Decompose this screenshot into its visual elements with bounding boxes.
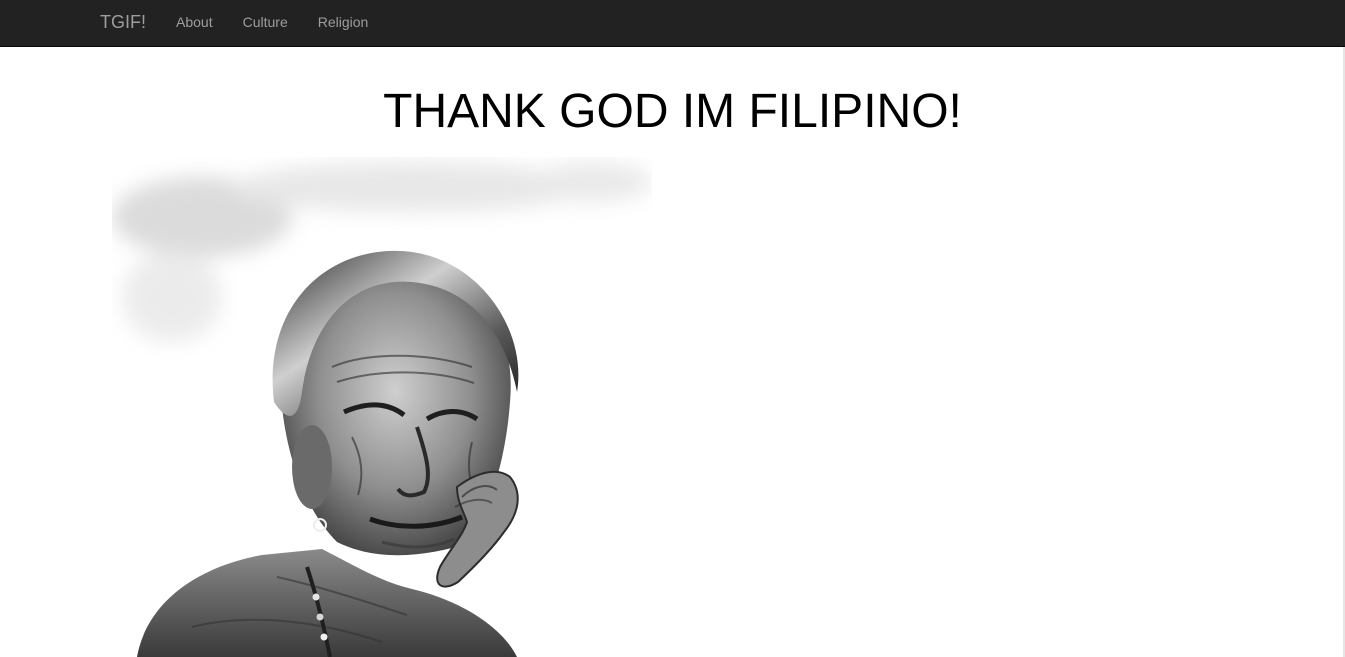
page: TGIF! About Culture Religion THANK GOD I…	[0, 0, 1345, 657]
nav-item-religion: Religion	[318, 14, 369, 32]
nav-item-about: About	[176, 14, 213, 32]
nav-link-religion[interactable]: Religion	[318, 14, 369, 30]
nav-item-culture: Culture	[243, 14, 288, 32]
page-title: THANK GOD IM FILIPINO!	[383, 85, 962, 138]
brand-link[interactable]: TGIF!	[100, 12, 146, 32]
nav-link-about[interactable]: About	[176, 14, 213, 30]
nav-menu: About Culture Religion	[176, 14, 398, 32]
top-navbar: TGIF! About Culture Religion	[0, 0, 1345, 47]
portrait-image	[112, 157, 652, 657]
nav-link-culture[interactable]: Culture	[243, 14, 288, 30]
portrait-photo	[112, 157, 652, 657]
